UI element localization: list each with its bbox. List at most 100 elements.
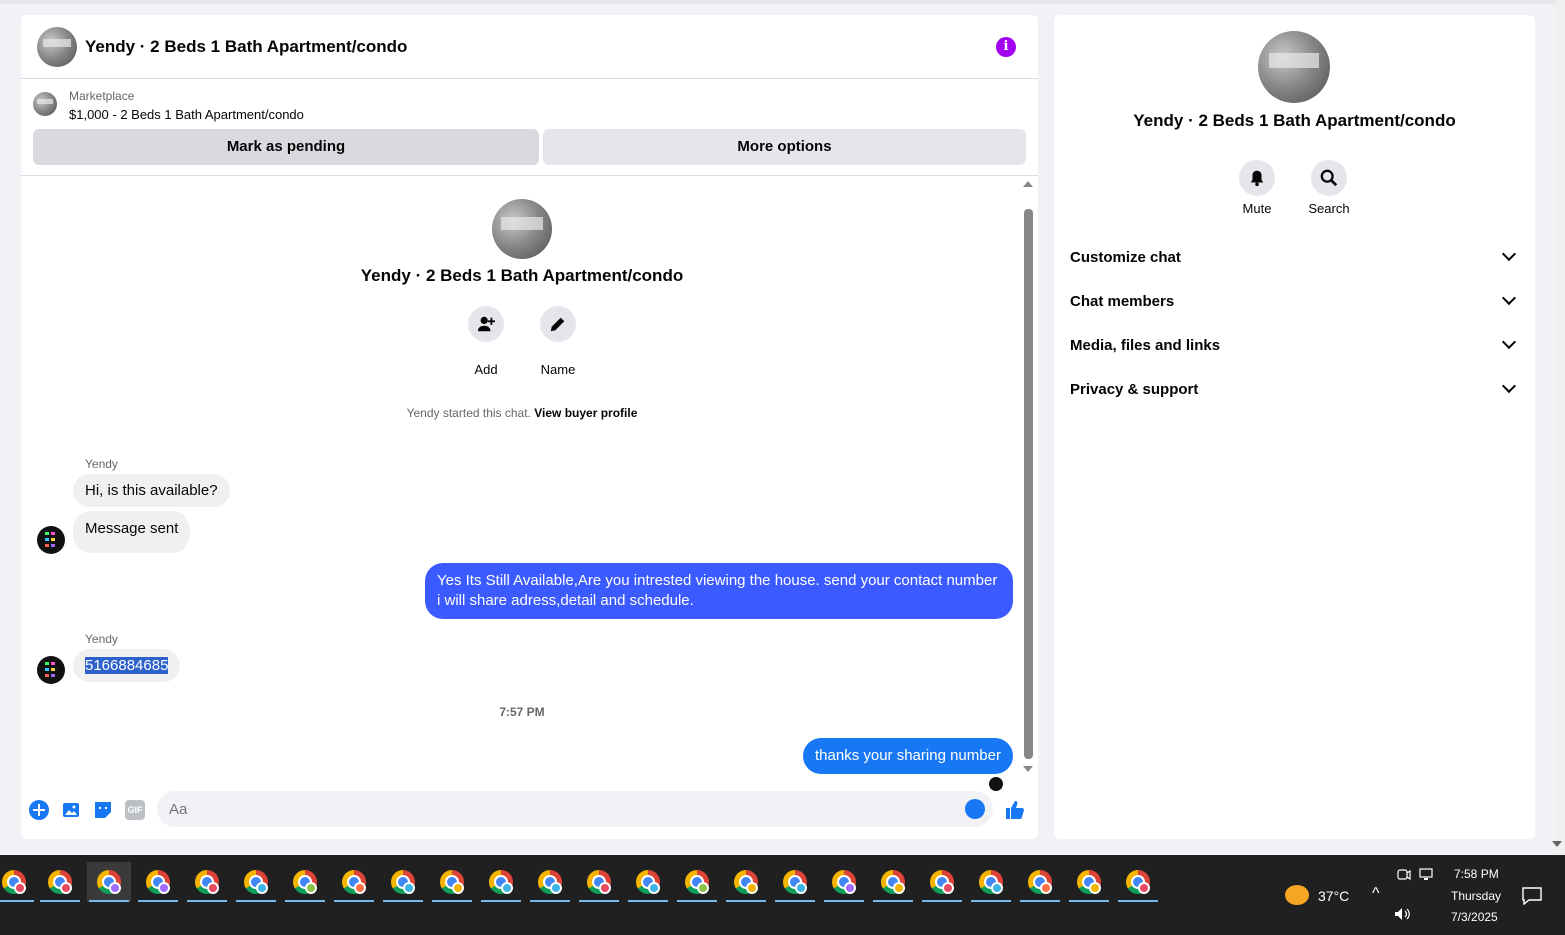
taskbar: 37°C ^ 7:58 PM Thursday 7/3/2025 <box>0 855 1565 935</box>
selected-phone-number[interactable]: 5166884685 <box>85 657 169 674</box>
taskbar-chrome-window[interactable] <box>773 862 817 902</box>
chevron-down-icon <box>1501 334 1517 350</box>
taskbar-chrome-window[interactable] <box>479 862 523 902</box>
search-button[interactable] <box>1311 160 1347 196</box>
taskbar-chrome-window[interactable] <box>1067 862 1111 902</box>
taskbar-chrome-window[interactable] <box>381 862 425 902</box>
taskbar-chrome-window[interactable] <box>87 862 131 902</box>
clock-day[interactable]: Thursday <box>1451 889 1501 903</box>
outgoing-message[interactable]: thanks your sharing number <box>803 738 1013 774</box>
meet-icon[interactable] <box>1397 868 1411 882</box>
customize-chat-section[interactable]: Customize chat <box>1070 239 1520 275</box>
profile-badge-icon <box>207 882 219 894</box>
temperature[interactable]: 37°C <box>1318 888 1349 904</box>
taskbar-chrome-window[interactable] <box>822 862 866 902</box>
sender-avatar[interactable] <box>37 526 65 554</box>
taskbar-chrome-window[interactable] <box>136 862 180 902</box>
clock-date[interactable]: 7/3/2025 <box>1451 910 1498 924</box>
name-button[interactable] <box>540 306 576 342</box>
side-avatar[interactable] <box>1258 31 1330 103</box>
network-icon[interactable] <box>1419 868 1435 882</box>
taskbar-chrome-window[interactable] <box>577 862 621 902</box>
taskbar-chrome-window[interactable] <box>430 862 474 902</box>
taskbar-chrome-window[interactable] <box>920 862 964 902</box>
profile-badge-icon <box>403 882 415 894</box>
taskbar-chrome-window[interactable] <box>626 862 670 902</box>
photo-icon[interactable] <box>61 800 81 820</box>
message-input[interactable] <box>157 791 993 827</box>
taskbar-chrome-window[interactable] <box>528 862 572 902</box>
more-options-button[interactable]: More options <box>543 129 1026 165</box>
gif-icon[interactable]: GIF <box>125 800 145 820</box>
privacy-support-section[interactable]: Privacy & support <box>1070 371 1520 407</box>
sender-avatar[interactable] <box>37 656 65 684</box>
plus-circle-icon[interactable] <box>29 800 49 820</box>
taskbar-chrome-window[interactable] <box>283 862 327 902</box>
taskbar-chrome-window[interactable] <box>871 862 915 902</box>
taskbar-chrome-window[interactable] <box>1116 862 1160 902</box>
taskbar-chrome-window[interactable] <box>234 862 278 902</box>
sticker-icon[interactable] <box>93 800 113 820</box>
profile-badge-icon <box>1040 882 1052 894</box>
started-text: Yendy started this chat. <box>406 406 531 420</box>
page-scroll-down-arrow[interactable] <box>1552 841 1562 847</box>
taskbar-chrome-window[interactable] <box>675 862 719 902</box>
running-indicator <box>677 900 717 902</box>
chevron-up-icon[interactable]: ^ <box>1372 885 1380 903</box>
scroll-up-arrow[interactable] <box>1023 181 1033 187</box>
running-indicator <box>726 900 766 902</box>
mark-as-pending-button[interactable]: Mark as pending <box>33 129 539 165</box>
chat-title[interactable]: Yendy · 2 Beds 1 Bath Apartment/condo <box>85 37 407 57</box>
running-indicator <box>481 900 521 902</box>
bell-icon <box>1250 170 1264 187</box>
message-scrollbar[interactable] <box>1024 209 1033 759</box>
chat-avatar[interactable] <box>37 26 77 67</box>
profile-badge-icon <box>305 882 317 894</box>
taskbar-chrome-window[interactable] <box>724 862 768 902</box>
chat-members-section[interactable]: Chat members <box>1070 283 1520 319</box>
add-label: Add <box>474 362 498 377</box>
media-files-links-section[interactable]: Media, files and links <box>1070 327 1520 363</box>
running-indicator <box>89 900 129 902</box>
running-indicator <box>138 900 178 902</box>
clock-time[interactable]: 7:58 PM <box>1454 867 1499 881</box>
side-title: Yendy · 2 Beds 1 Bath Apartment/condo <box>1133 111 1456 130</box>
listing-name[interactable]: $1,000 - 2 Beds 1 Bath Apartment/condo <box>69 107 304 122</box>
outgoing-message[interactable]: Yes Its Still Available,Are you intreste… <box>425 563 1013 619</box>
top-strip <box>0 0 1565 4</box>
taskbar-chrome-window[interactable] <box>1018 862 1062 902</box>
running-indicator <box>579 900 619 902</box>
thumbs-up-icon[interactable] <box>1005 800 1025 820</box>
view-buyer-profile-link[interactable]: View buyer profile <box>534 406 637 420</box>
taskbar-chrome-window[interactable] <box>969 862 1013 902</box>
running-indicator <box>1069 900 1109 902</box>
emoji-icon[interactable] <box>965 799 985 819</box>
page-scrollbar[interactable] <box>1556 0 1565 855</box>
profile-badge-icon <box>14 882 26 894</box>
running-indicator <box>628 900 668 902</box>
taskbar-chrome-window[interactable] <box>332 862 376 902</box>
conversation-avatar <box>492 199 552 259</box>
mute-button[interactable] <box>1239 160 1275 196</box>
incoming-message[interactable]: Hi, is this available? <box>73 474 230 507</box>
add-people-button[interactable] <box>468 306 504 342</box>
profile-badge-icon <box>795 882 807 894</box>
listing-banner: Marketplace $1,000 - 2 Beds 1 Bath Apart… <box>21 79 1038 176</box>
weather-icon[interactable] <box>1285 885 1309 905</box>
message-timestamp: 7:57 PM <box>499 705 545 719</box>
listing-thumbnail[interactable] <box>33 92 57 116</box>
info-icon[interactable]: i <box>996 37 1016 57</box>
composer: GIF <box>21 787 1038 839</box>
taskbar-chrome-window[interactable] <box>38 862 82 902</box>
incoming-message[interactable]: Message sent <box>73 511 191 553</box>
volume-icon[interactable] <box>1394 907 1412 921</box>
scroll-down-arrow[interactable] <box>1023 766 1033 772</box>
taskbar-chrome-window[interactable] <box>185 862 229 902</box>
taskbar-chrome-window[interactable] <box>0 862 36 902</box>
running-indicator <box>383 900 423 902</box>
profile-badge-icon <box>354 882 366 894</box>
running-indicator <box>432 900 472 902</box>
notifications-icon[interactable] <box>1522 887 1542 905</box>
incoming-message[interactable]: 5166884685 <box>73 649 181 682</box>
sender-name: Yendy <box>85 457 118 471</box>
